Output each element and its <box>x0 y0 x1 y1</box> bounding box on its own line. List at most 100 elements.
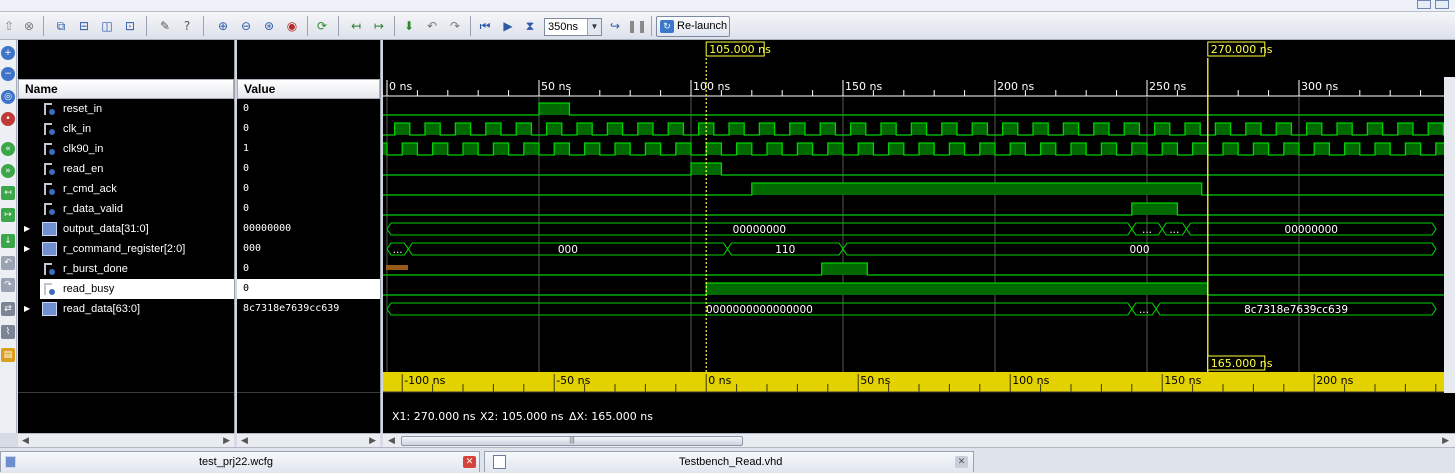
signal-row[interactable]: r_cmd_ack <box>18 179 234 199</box>
name-column-header[interactable]: Name <box>18 79 234 99</box>
previous-marker-icon[interactable]: ↶ <box>1 256 15 270</box>
signal-row[interactable]: r_burst_done <box>18 259 234 279</box>
vhdl-file-icon <box>493 455 506 469</box>
maximize-icon[interactable] <box>1435 0 1449 9</box>
bit-signal-icon <box>43 283 55 295</box>
signal-row[interactable]: ▶ read_data[63:0] <box>18 299 234 319</box>
signal-high-fill <box>584 143 600 155</box>
scroll-right-icon[interactable]: ▶ <box>369 434 376 447</box>
scroll-right-icon[interactable]: ▶ <box>1442 434 1449 447</box>
signal-name: r_burst_done <box>63 263 128 275</box>
expand-arrow-icon[interactable]: ▶ <box>24 299 30 319</box>
signal-row[interactable]: clk90_in <box>18 139 234 159</box>
signal-row[interactable]: clk_in <box>18 119 234 139</box>
signal-row[interactable]: read_en <box>18 159 234 179</box>
snap-icon[interactable]: ⌇ <box>1 325 15 339</box>
signal-row[interactable]: ▶ output_data[31:0] <box>18 219 234 239</box>
refresh-icon[interactable]: ⟳ <box>313 17 331 35</box>
signal-value: 0 <box>243 183 250 194</box>
scroll-left-icon[interactable]: ◀ <box>388 434 395 447</box>
signal-high-fill <box>858 143 874 155</box>
signal-high-fill <box>1185 123 1201 135</box>
name-pane-scrollbar[interactable]: ◀ ▶ <box>18 433 234 447</box>
run-for-icon[interactable]: ⧗ <box>521 17 539 35</box>
go-to-start-icon[interactable]: ↤ <box>347 17 365 35</box>
cursor-x2-label: 105.000 ns <box>709 43 771 56</box>
signal-high-fill <box>820 123 836 135</box>
scroll-right-icon[interactable]: ▶ <box>223 434 230 447</box>
signal-row[interactable]: reset_in <box>18 99 234 119</box>
tab-testbench[interactable]: Testbench_Read.vhd ✕ <box>484 451 974 472</box>
run-time-select[interactable]: 350ns ▼ <box>544 18 602 36</box>
chevron-down-icon[interactable]: ▼ <box>587 19 601 35</box>
waveform-scrollbar[interactable]: ◀ ||| ▶ <box>383 433 1455 447</box>
run-all-icon[interactable]: ▶ <box>499 17 517 35</box>
toolbar-separator <box>338 16 339 36</box>
previous-marker-icon[interactable]: ↶ <box>423 17 441 35</box>
zoom-out-icon[interactable]: − <box>1 67 15 81</box>
signal-high-fill <box>546 123 562 135</box>
go-to-start-icon[interactable]: ↤ <box>1 186 15 200</box>
pause-icon[interactable]: ❚❚ <box>627 17 647 35</box>
zoom-in-icon[interactable]: ⊕ <box>214 17 232 35</box>
waveform-pane[interactable]: 00000000...... 00000000... 000 110 000000000… <box>383 40 1455 433</box>
divider-icon[interactable]: ⊟ <box>75 17 93 35</box>
close-icon[interactable]: ✕ <box>463 456 476 468</box>
zoom-fit-icon[interactable]: ⊛ <box>260 17 278 35</box>
signal-high-fill <box>706 143 722 155</box>
next-edge-icon[interactable]: » <box>1 164 15 178</box>
signal-high-fill <box>789 123 805 135</box>
value-pane-scrollbar[interactable]: ◀ ▶ <box>237 433 380 447</box>
cursor-delta-readout: ΔX: 165.000 ns <box>569 410 653 423</box>
bus-signal-icon <box>42 302 57 316</box>
zoom-cursor-icon[interactable]: • <box>1 112 15 126</box>
collapse-icon[interactable]: ⊡ <box>121 17 139 35</box>
go-to-end-icon[interactable]: ↦ <box>1 208 15 222</box>
up-arrow-icon[interactable]: ⇧ <box>0 17 18 35</box>
next-marker-icon[interactable]: ↷ <box>1 278 15 292</box>
signal-row[interactable]: r_data_valid <box>18 199 234 219</box>
scrollbar-thumb[interactable]: ||| <box>401 436 743 446</box>
vertical-scrollbar[interactable] <box>1444 77 1455 393</box>
expand-arrow-icon[interactable]: ▶ <box>24 239 30 259</box>
bus-value-label: ... <box>1142 224 1152 236</box>
signal-high-fill <box>972 123 988 135</box>
signal-high-fill <box>729 123 745 135</box>
help-icon[interactable]: ? <box>178 17 196 35</box>
signal-row[interactable]: ▶ r_command_register[2:0] <box>18 239 234 259</box>
group-icon[interactable]: ⧉ <box>52 17 70 35</box>
swap-cursors-icon[interactable]: ⇄ <box>1 302 15 316</box>
scroll-left-icon[interactable]: ◀ <box>22 434 29 447</box>
signal-value: 8c7318e7639cc639 <box>243 303 340 314</box>
ruler-icon[interactable]: ▤ <box>1 348 15 362</box>
toolbar-separator <box>43 16 44 36</box>
relaunch-button[interactable]: ↻ Re-launch <box>656 16 730 37</box>
zoom-in-icon[interactable]: + <box>1 46 15 60</box>
virtual-bus-icon[interactable]: ◫ <box>98 17 116 35</box>
zoom-cursor-icon[interactable]: ◉ <box>283 17 301 35</box>
signal-high-fill <box>888 143 904 155</box>
go-to-end-icon[interactable]: ↦ <box>370 17 388 35</box>
expand-arrow-icon[interactable]: ▶ <box>24 219 30 239</box>
restart-icon[interactable]: ⏮ <box>476 17 494 35</box>
zoom-fit-icon[interactable]: ◎ <box>1 90 15 104</box>
tab-wcfg[interactable]: test_prj22.wcfg ✕ <box>0 451 480 472</box>
close-icon[interactable]: ✕ <box>955 456 968 468</box>
step-icon[interactable]: ↪ <box>606 17 624 35</box>
wrench-icon[interactable]: ✎ <box>156 17 174 35</box>
next-marker-icon[interactable]: ↷ <box>446 17 464 35</box>
relaunch-label: Re-launch <box>677 20 728 32</box>
signal-high-fill <box>485 123 501 135</box>
value-column-header[interactable]: Value <box>237 79 380 99</box>
signal-high-fill <box>402 143 418 155</box>
zoom-out-icon[interactable]: ⊖ <box>237 17 255 35</box>
signal-high-fill <box>706 283 1208 295</box>
signal-row[interactable]: read_busy <box>40 279 234 299</box>
add-marker-icon[interactable]: ↓ <box>1 234 15 248</box>
minimize-icon[interactable] <box>1417 0 1431 9</box>
add-marker-icon[interactable]: ⬇ <box>400 17 418 35</box>
signal-high-fill <box>1033 123 1049 135</box>
delete-icon[interactable]: ⊗ <box>20 17 38 35</box>
scroll-left-icon[interactable]: ◀ <box>241 434 248 447</box>
previous-edge-icon[interactable]: « <box>1 142 15 156</box>
